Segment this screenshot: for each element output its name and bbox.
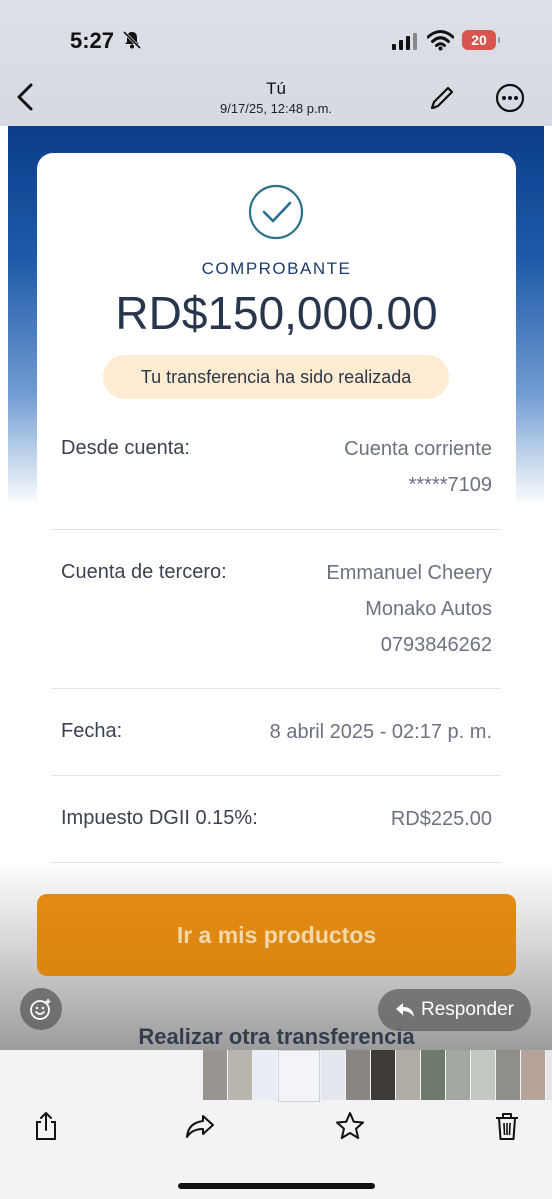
status-time: 5:27 [70,28,115,53]
add-reaction-button[interactable] [20,988,62,1030]
thumbnail-selected[interactable] [278,1050,320,1102]
thumbnail-strip[interactable] [203,1050,552,1102]
thumbnail[interactable] [253,1050,277,1100]
star-icon[interactable] [334,1110,366,1142]
thumbnail[interactable] [321,1050,345,1100]
third-party-name: Emmanuel Cheery [326,562,492,584]
thumbnail[interactable] [446,1050,470,1100]
nav-title: Tú [266,79,286,98]
thumbnail[interactable] [471,1050,495,1100]
tax-value: RD$225.00 [391,801,492,837]
thumbnail[interactable] [228,1050,252,1100]
divider [51,529,501,530]
date-label: Fecha: [61,720,123,742]
nav-subtitle: 9/17/25, 12:48 p.m. [219,101,333,116]
from-account-value: Cuenta corriente *****7109 [344,431,492,503]
third-party-company: Monako Autos [365,598,492,620]
tax-amount: RD$225.00 [390,808,492,830]
thumbnail[interactable] [546,1050,552,1100]
thumbnail[interactable] [521,1050,545,1100]
status-message: Tu transferencia ha sido realizada [103,355,449,399]
tax-label: Impuesto DGII 0.15%: [61,807,258,829]
third-party-account: 0793846262 [380,634,492,656]
go-to-products-button[interactable]: Ir a mis productos [37,894,516,976]
reply-button[interactable]: Responder [378,989,531,1031]
thumbnail[interactable] [203,1050,227,1100]
share-icon[interactable] [30,1110,62,1142]
more-options-icon[interactable] [494,82,526,114]
from-account-label: Desde cuenta: [61,437,190,459]
home-indicator [178,1183,375,1189]
thumbnail[interactable] [371,1050,395,1100]
bell-off-icon [122,30,142,50]
battery-indicator: 20 [462,30,500,50]
third-party-label: Cuenta de tercero: [61,561,227,583]
thumbnail[interactable] [421,1050,445,1100]
transfer-amount: RD$150,000.00 [115,287,438,339]
wifi-icon [427,30,454,51]
from-account-number: *****7109 [408,474,492,496]
from-account-type: Cuenta corriente [344,438,492,460]
smiley-plus-icon [30,999,51,1020]
edit-pencil-icon[interactable] [428,84,456,112]
forward-icon[interactable] [184,1110,216,1142]
reply-arrow-icon [396,1003,415,1017]
third-party-value: Emmanuel Cheery Monako Autos 0793846262 [326,555,492,663]
signal-icon [392,33,417,50]
thumbnail[interactable] [346,1050,370,1100]
date-value: 8 abril 2025 - 02:17 p. m. [270,714,492,750]
thumbnail[interactable] [496,1050,520,1100]
thumbnail[interactable] [396,1050,420,1100]
divider [51,688,501,689]
date-text: 8 abril 2025 - 02:17 p. m. [269,721,492,743]
divider [51,775,501,776]
receipt-label: COMPROBANTE [201,259,352,278]
check-circle-icon [248,184,304,240]
trash-icon[interactable] [491,1110,523,1142]
reply-label: Responder [421,999,514,1020]
